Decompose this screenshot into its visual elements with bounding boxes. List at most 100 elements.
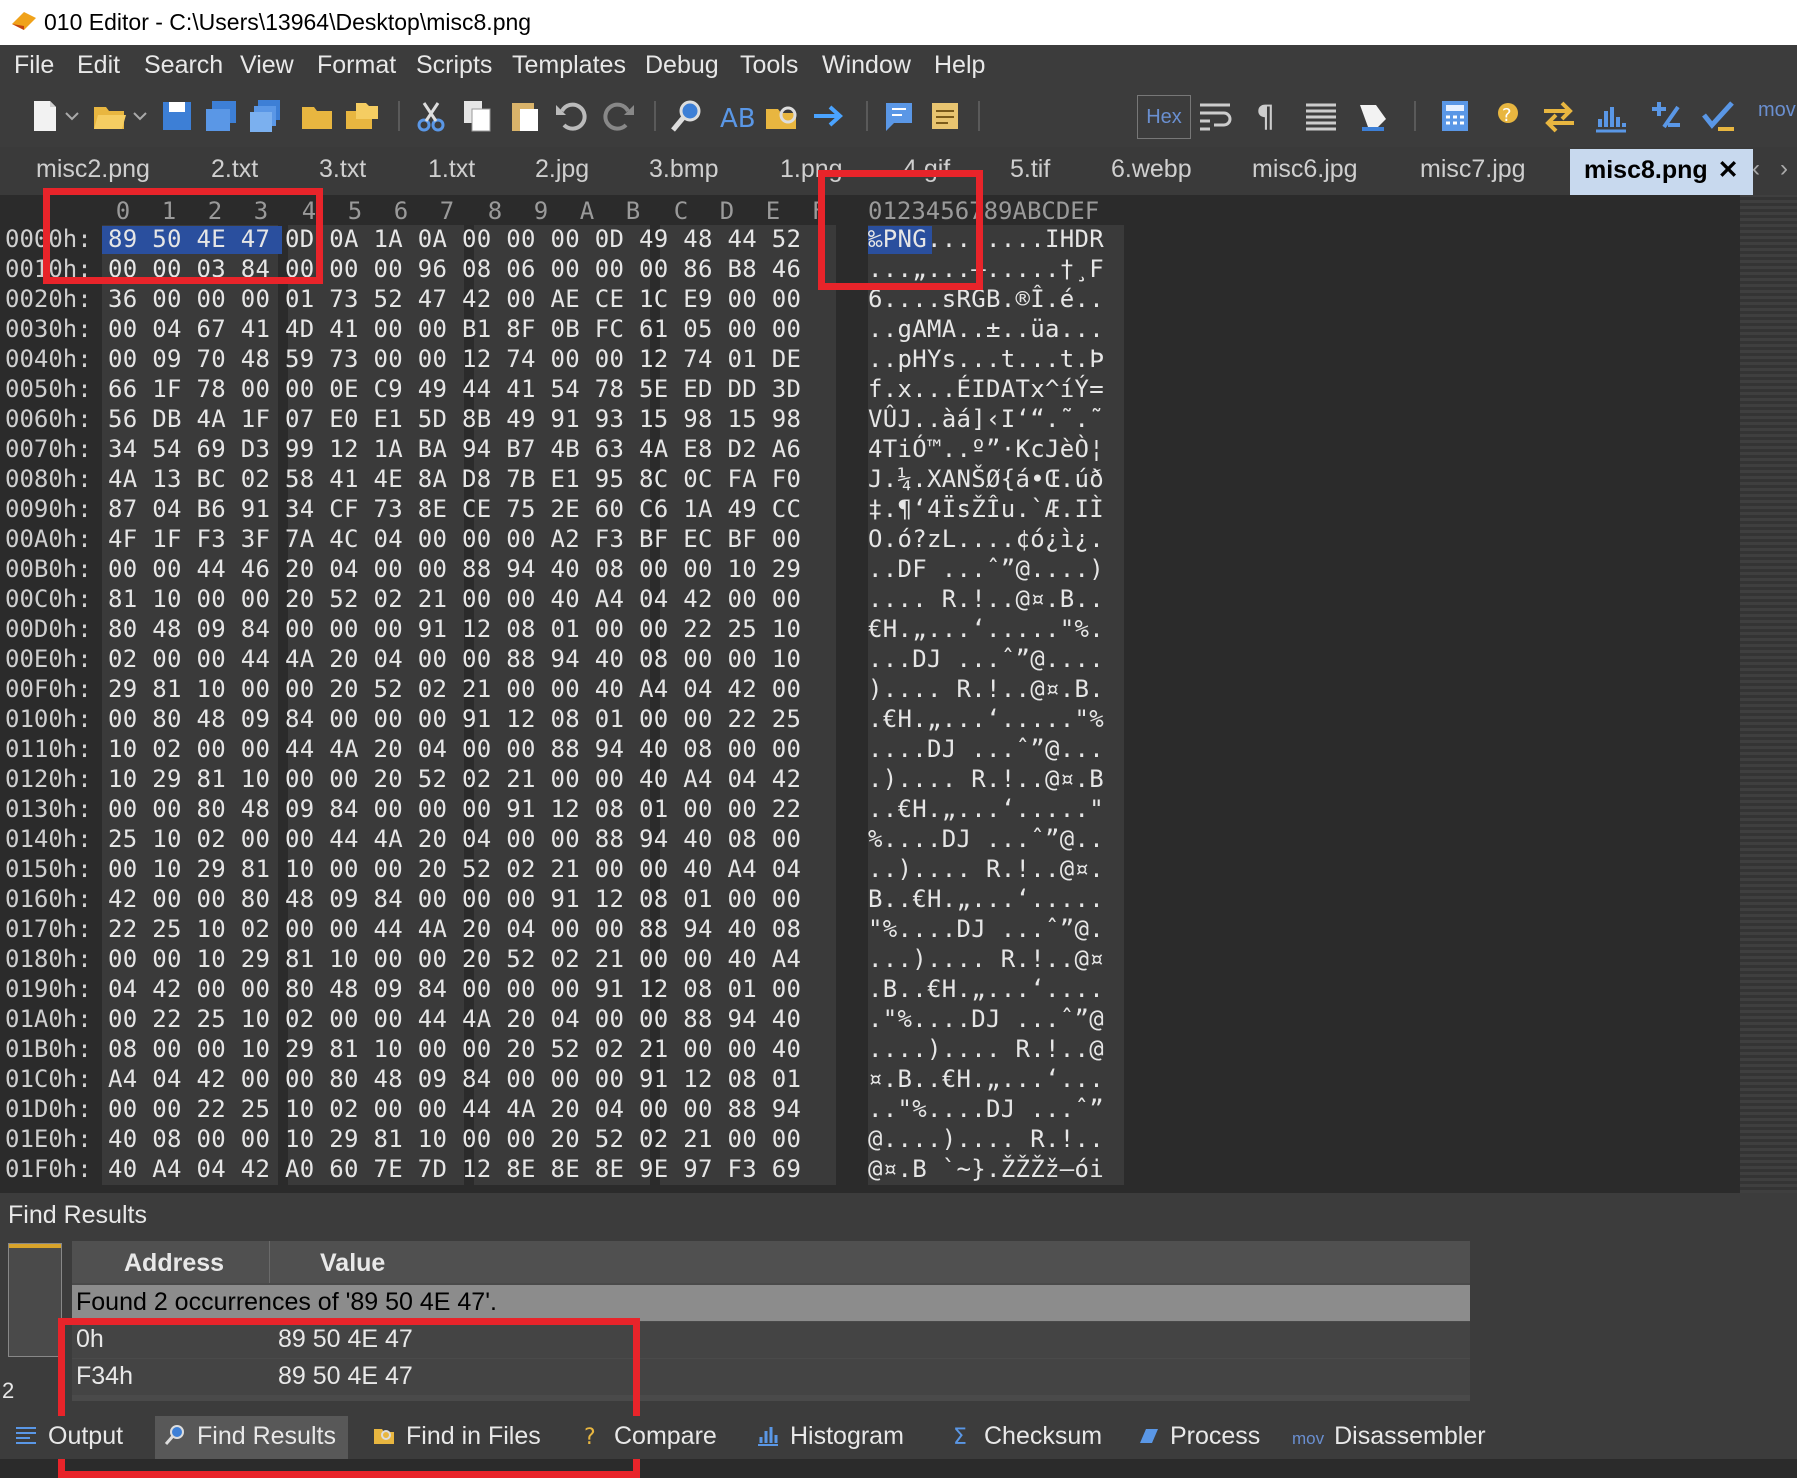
tab-misc6-jpg[interactable]: misc6.jpg [1252,155,1358,184]
find-icon[interactable] [668,97,706,135]
tab-compare[interactable]: ? Compare [580,1422,717,1451]
row-ascii[interactable]: .€H.„...‘....."% [868,705,1104,733]
row-ascii[interactable]: O.ó?zL....¢ó¿ì¿. [868,525,1104,553]
row-ascii[interactable]: ....).... R.!..@ [868,1035,1104,1063]
row-bytes[interactable]: 87 04 B6 91 34 CF 73 8E CE 75 2E 60 C6 1… [108,495,801,523]
menu-search[interactable]: Search [144,51,223,80]
hex-row[interactable]: 01D0h: 00 00 22 25 10 02 00 00 44 4A 20 0… [0,1095,1740,1125]
cut-icon[interactable] [412,97,450,135]
paste-icon[interactable] [506,97,544,135]
folder-icon[interactable] [298,97,336,135]
menu-scripts[interactable]: Scripts [416,51,492,80]
row-bytes[interactable]: 80 48 09 84 00 00 00 91 12 08 01 00 00 2… [108,615,801,643]
hex-row[interactable]: 0170h: 22 25 10 02 00 00 44 4A 20 04 00 0… [0,915,1740,945]
hex-row[interactable]: 00E0h: 02 00 00 44 4A 20 04 00 00 88 94 4… [0,645,1740,675]
menu-window[interactable]: Window [822,51,911,80]
copy-icon[interactable] [458,97,496,135]
chevron-down-icon[interactable] [130,97,150,135]
row-bytes[interactable]: 4A 13 BC 02 58 41 4E 8A D8 7B E1 95 8C 0… [108,465,801,493]
hex-row[interactable]: 01B0h: 08 00 00 10 29 81 10 00 00 20 52 0… [0,1035,1740,1065]
row-bytes[interactable]: 22 25 10 02 00 00 44 4A 20 04 00 00 88 9… [108,915,801,943]
menu-debug[interactable]: Debug [645,51,719,80]
save-as-icon[interactable] [202,97,240,135]
goto-arrow-icon[interactable] [810,97,848,135]
tab-histogram[interactable]: Histogram [756,1422,904,1451]
row-ascii[interactable]: ."%....DJ ...ˆ”@ [868,1005,1104,1033]
highlight-icon[interactable] [1354,97,1392,135]
row-ascii[interactable]: ..).... R.!..@¤. [868,855,1104,883]
row-ascii[interactable]: ¤.B..€H.„...‘... [868,1065,1104,1093]
hex-row[interactable]: 0080h: 4A 13 BC 02 58 41 4E 8A D8 7B E1 9… [0,465,1740,495]
row-ascii[interactable]: ..pHYs...t...t.Þ [868,345,1104,373]
row-ascii[interactable]: ).... R.!..@¤.B. [868,675,1104,703]
hex-row[interactable]: 0180h: 00 00 10 29 81 10 00 00 20 52 02 2… [0,945,1740,975]
close-icon[interactable]: ✕ [1718,156,1739,184]
row-bytes[interactable]: 00 09 70 48 59 73 00 00 12 74 00 00 12 7… [108,345,801,373]
tab-misc2-png[interactable]: misc2.png [36,155,150,184]
run-script-icon[interactable] [880,97,918,135]
row-bytes[interactable]: 00 00 10 29 81 10 00 00 20 52 02 21 00 0… [108,945,801,973]
hex-row[interactable]: 0160h: 42 00 00 80 48 09 84 00 00 00 91 1… [0,885,1740,915]
menu-edit[interactable]: Edit [77,51,120,80]
tab-scroll-left-icon[interactable]: ‹ [1752,155,1760,183]
row-bytes[interactable]: 00 80 48 09 84 00 00 00 91 12 08 01 00 0… [108,705,801,733]
hex-row[interactable]: 00A0h: 4F 1F F3 3F 7A 4C 04 00 00 00 A2 F… [0,525,1740,555]
row-ascii[interactable]: €H.„...‘....."%. [868,615,1104,643]
row-ascii[interactable]: ..€H.„...‘....." [868,795,1104,823]
row-ascii[interactable]: ...).... R.!..@¤ [868,945,1104,973]
row-ascii[interactable]: ...DJ ...ˆ”@.... [868,645,1104,673]
row-ascii[interactable]: VÛJ..àá]‹I‘“.˜.˜ [868,405,1104,433]
row-ascii[interactable]: ‡.¶‘4ÏsŽÎu.`Æ.IÌ [868,495,1104,523]
row-bytes[interactable]: 00 00 44 46 20 04 00 00 88 94 40 08 00 0… [108,555,801,583]
row-ascii[interactable]: ..DF ...ˆ”@....) [868,555,1104,583]
open-folder-icon[interactable] [90,97,128,135]
row-bytes[interactable]: 00 04 67 41 4D 41 00 00 B1 8F 0B FC 61 0… [108,315,801,343]
undo-icon[interactable] [552,97,590,135]
row-bytes[interactable]: 34 54 69 D3 99 12 1A BA 94 B7 4B 63 4A E… [108,435,801,463]
row-ascii[interactable]: @¤.B `~}.ŽŽŽž—ói [868,1155,1104,1183]
hex-row[interactable]: 0130h: 00 00 80 48 09 84 00 00 00 91 12 0… [0,795,1740,825]
hex-row[interactable]: 0070h: 34 54 69 D3 99 12 1A BA 94 B7 4B 6… [0,435,1740,465]
hex-row[interactable]: 0120h: 10 29 81 10 00 00 20 52 02 21 00 0… [0,765,1740,795]
row-bytes[interactable]: 10 02 00 00 44 4A 20 04 00 00 88 94 40 0… [108,735,801,763]
row-bytes[interactable]: 04 42 00 00 80 48 09 84 00 00 00 91 12 0… [108,975,801,1003]
row-bytes[interactable]: 66 1F 78 00 00 0E C9 49 44 41 54 78 5E E… [108,375,801,403]
row-bytes[interactable]: 08 00 00 10 29 81 10 00 00 20 52 02 21 0… [108,1035,801,1063]
row-bytes[interactable]: 25 10 02 00 00 44 4A 20 04 00 00 88 94 4… [108,825,801,853]
hex-row[interactable]: 01F0h: 40 A4 04 42 A0 60 7E 7D 12 8E 8E 8… [0,1155,1740,1185]
row-ascii[interactable]: J.¼.XANŠØ{á•Œ.úð [868,465,1104,493]
row-ascii[interactable]: .B..€H.„...‘.... [868,975,1104,1003]
row-ascii[interactable]: .... R.!..@¤.B.. [868,585,1104,613]
row-bytes[interactable]: 00 00 80 48 09 84 00 00 00 91 12 08 01 0… [108,795,801,823]
tab-misc7-jpg[interactable]: misc7.jpg [1420,155,1526,184]
checksum-icon[interactable] [1646,97,1684,135]
row-ascii[interactable]: %....DJ ...ˆ”@.. [868,825,1104,853]
pilcrow-icon[interactable]: ¶ [1248,97,1286,135]
hex-row[interactable]: 0090h: 87 04 B6 91 34 CF 73 8E CE 75 2E 6… [0,495,1740,525]
tab-find-in-files[interactable]: Find in Files [372,1422,541,1451]
replace-icon[interactable]: AB [716,97,754,135]
row-bytes[interactable]: 56 DB 4A 1F 07 E0 E1 5D 8B 49 91 93 15 9… [108,405,801,433]
row-bytes[interactable]: 40 08 00 00 10 29 81 10 00 00 20 52 02 2… [108,1125,801,1153]
row-bytes[interactable]: 81 10 00 00 20 52 02 21 00 00 40 A4 04 4… [108,585,801,613]
new-file-icon[interactable] [26,97,64,135]
row-bytes[interactable]: 00 00 22 25 10 02 00 00 44 4A 20 04 00 0… [108,1095,801,1123]
tab-disassembler[interactable]: mov Disassembler [1292,1422,1486,1451]
hex-row[interactable]: 0150h: 00 10 29 81 10 00 00 20 52 02 21 0… [0,855,1740,885]
hex-mode-button[interactable]: Hex [1137,95,1191,139]
row-ascii[interactable]: B..€H.„...‘..... [868,885,1104,913]
disassembler-toolbar-label[interactable]: mov [1758,99,1796,122]
menu-help[interactable]: Help [934,51,985,80]
row-ascii[interactable]: ..gAMA..±..üa... [868,315,1104,343]
tab-process[interactable]: Process [1136,1422,1260,1451]
row-bytes[interactable]: 10 29 81 10 00 00 20 52 02 21 00 00 40 A… [108,765,801,793]
menu-tools[interactable]: Tools [740,51,798,80]
hex-row[interactable]: 0110h: 10 02 00 00 44 4A 20 04 00 00 88 9… [0,735,1740,765]
check-icon[interactable] [1700,97,1738,135]
minimap-scrollbar[interactable] [1740,195,1797,1193]
tab-3-txt[interactable]: 3.txt [319,155,366,184]
find-summary-row[interactable]: Found 2 occurrences of '89 50 4E 47'. [72,1285,1470,1321]
hex-row[interactable]: 0040h: 00 09 70 48 59 73 00 00 12 74 00 0… [0,345,1740,375]
hex-row[interactable]: 0190h: 04 42 00 00 80 48 09 84 00 00 00 9… [0,975,1740,1005]
row-bytes[interactable]: 00 10 29 81 10 00 00 20 52 02 21 00 00 4… [108,855,801,883]
